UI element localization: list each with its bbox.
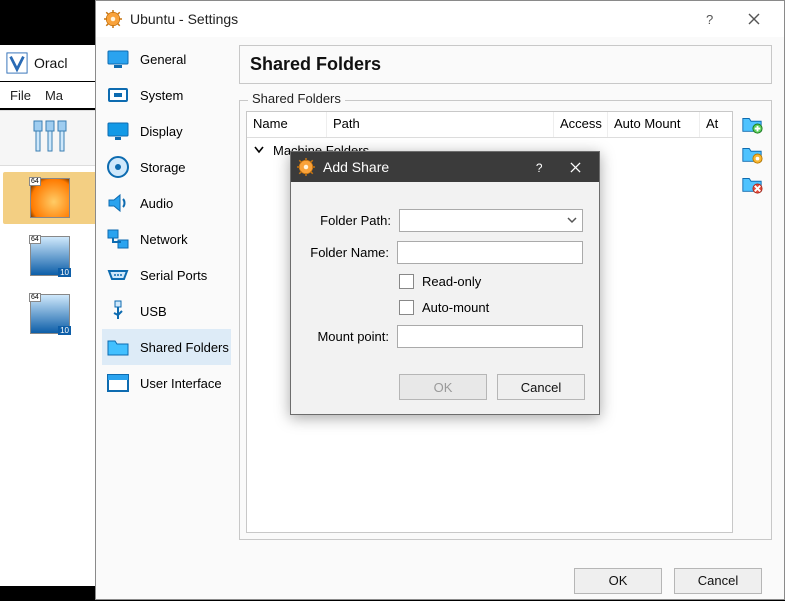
vbox-main-toolbar (0, 110, 100, 166)
vbox-main-titlebar: Oracl (0, 45, 100, 81)
automount-label: Auto-mount (422, 300, 489, 315)
sidebar-item-usb[interactable]: USB (102, 293, 231, 329)
vbox-main-menubar: File Ma (0, 82, 100, 108)
settings-footer: OK Cancel (96, 559, 784, 601)
usb-icon (106, 299, 130, 323)
vbox-main-title: Oracl (34, 55, 67, 71)
sidebar-item-label: Serial Ports (140, 268, 207, 283)
add-share-close-button[interactable] (557, 152, 593, 182)
add-share-title: Add Share (323, 159, 521, 175)
menu-machine[interactable]: Ma (45, 88, 63, 103)
col-name[interactable]: Name (247, 112, 327, 137)
sidebar-item-system[interactable]: System (102, 77, 231, 113)
edit-folder-button[interactable] (739, 141, 765, 167)
sidebar-item-ui[interactable]: User Interface (102, 365, 231, 401)
svg-text:?: ? (706, 13, 713, 25)
add-share-cancel-button[interactable]: Cancel (497, 374, 585, 400)
sidebar-item-shared-folders[interactable]: Shared Folders (102, 329, 231, 365)
svg-text:?: ? (535, 162, 542, 173)
vm-list: 64 6410 6410 (0, 166, 100, 586)
settings-content: Shared Folders Shared Folders Name Path … (231, 37, 784, 559)
readonly-checkbox[interactable] (399, 274, 414, 289)
settings-dialog: Ubuntu - Settings ? General System Displ… (95, 0, 785, 600)
chip-icon (106, 83, 130, 107)
add-share-ok-button[interactable]: OK (399, 374, 487, 400)
sidebar-item-label: Network (140, 232, 188, 247)
settings-cancel-button[interactable]: Cancel (674, 568, 762, 594)
col-access[interactable]: Access (554, 112, 608, 137)
folder-path-label: Folder Path: (307, 213, 391, 228)
col-automount[interactable]: Auto Mount (608, 112, 700, 137)
sidebar-item-label: Shared Folders (140, 340, 229, 355)
folder-path-combo[interactable] (399, 209, 583, 232)
mountpoint-label: Mount point: (307, 329, 389, 344)
readonly-label: Read-only (422, 274, 481, 289)
sidebar-item-general[interactable]: General (102, 41, 231, 77)
folder-name-label: Folder Name: (307, 245, 389, 260)
chevron-down-icon (566, 214, 578, 226)
automount-checkbox[interactable] (399, 300, 414, 315)
sidebar-item-label: Audio (140, 196, 173, 211)
sidebar-item-network[interactable]: Network (102, 221, 231, 257)
monitor-icon (106, 47, 130, 71)
sidebar-item-serial[interactable]: Serial Ports (102, 257, 231, 293)
sidebar-item-label: USB (140, 304, 167, 319)
vm-windows10-b[interactable]: 6410 (3, 288, 97, 340)
vm-windows10-a[interactable]: 6410 (3, 230, 97, 282)
sidebar-item-label: User Interface (140, 376, 222, 391)
disk-icon (106, 155, 130, 179)
window-icon (106, 371, 130, 395)
mountpoint-input[interactable] (397, 325, 583, 348)
remove-folder-button[interactable] (739, 171, 765, 197)
virtualbox-logo-icon (6, 52, 28, 74)
settings-sidebar: General System Display Storage Audio Net… (96, 37, 231, 559)
folder-icon (106, 335, 130, 359)
serial-port-icon (106, 263, 130, 287)
sidebar-item-label: System (140, 88, 183, 103)
help-button[interactable]: ? (688, 1, 732, 37)
gear-icon (104, 10, 122, 28)
gear-icon (297, 158, 315, 176)
sidebar-item-storage[interactable]: Storage (102, 149, 231, 185)
shared-folders-group: Shared Folders Name Path Access Auto Mou… (239, 100, 772, 540)
page-title: Shared Folders (239, 45, 772, 84)
settings-titlebar[interactable]: Ubuntu - Settings ? (96, 1, 784, 37)
vm-ubuntu[interactable]: 64 (3, 172, 97, 224)
sidebar-item-display[interactable]: Display (102, 113, 231, 149)
folder-name-input[interactable] (397, 241, 583, 264)
group-legend: Shared Folders (248, 91, 345, 106)
col-at[interactable]: At (700, 112, 732, 137)
sidebar-item-label: Display (140, 124, 183, 139)
close-button[interactable] (732, 1, 776, 37)
col-path[interactable]: Path (327, 112, 554, 137)
tools-icon[interactable] (28, 117, 72, 160)
table-header: Name Path Access Auto Mount At (247, 112, 732, 138)
settings-title: Ubuntu - Settings (130, 11, 688, 27)
add-share-form: Folder Path: Folder Name: (291, 182, 599, 364)
folder-action-buttons (739, 111, 765, 533)
add-share-footer: OK Cancel (291, 364, 599, 414)
sidebar-item-audio[interactable]: Audio (102, 185, 231, 221)
menu-file[interactable]: File (10, 88, 31, 103)
sidebar-item-label: General (140, 52, 186, 67)
speaker-icon (106, 191, 130, 215)
display-icon (106, 119, 130, 143)
add-share-dialog: Add Share ? Folder Path: (290, 151, 600, 415)
settings-ok-button[interactable]: OK (574, 568, 662, 594)
add-folder-button[interactable] (739, 111, 765, 137)
add-share-help-button[interactable]: ? (521, 152, 557, 182)
chevron-down-icon (253, 143, 267, 158)
sidebar-item-label: Storage (140, 160, 186, 175)
add-share-titlebar[interactable]: Add Share ? (291, 152, 599, 182)
network-icon (106, 227, 130, 251)
